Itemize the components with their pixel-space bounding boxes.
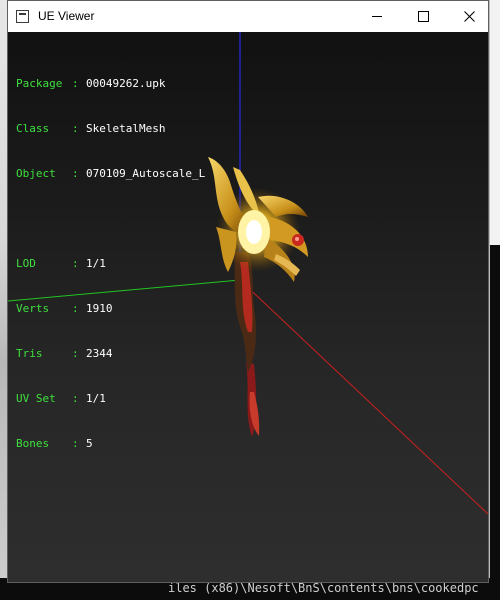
info-row-lod: LOD:1/1 <box>16 256 205 271</box>
info-row-tris: Tris:2344 <box>16 346 205 361</box>
object-separator: : <box>72 167 79 180</box>
minimize-icon <box>372 16 382 17</box>
info-row-verts: Verts:1910 <box>16 301 205 316</box>
verts-label: Verts <box>16 302 50 315</box>
info-row-uvset: UV Set:1/1 <box>16 391 205 406</box>
tris-separator: : <box>72 347 79 360</box>
package-value: 00049262.upk <box>86 77 166 90</box>
background-window <box>490 0 500 245</box>
close-button[interactable] <box>446 1 488 32</box>
background-console-text: iles (x86)\Nesoft\BnS\contents\bns\cooke… <box>168 581 479 595</box>
3d-viewport[interactable]: Package:00049262.upk Class: SkeletalMesh … <box>8 32 488 582</box>
close-icon <box>463 11 475 22</box>
info-row-class: Class: SkeletalMesh <box>16 121 205 136</box>
class-separator: : <box>72 122 79 135</box>
ue-viewer-window[interactable]: UE Viewer Package: 00049262.upk Class:… <box>7 0 489 583</box>
verts-separator: : <box>72 302 79 315</box>
uvset-separator: : <box>72 392 79 405</box>
class-value: SkeletalMesh <box>86 122 166 135</box>
class-label: Class <box>16 122 50 135</box>
package-label: Package <box>16 77 63 90</box>
object-value: 070109_Autoscale_L <box>86 167 206 180</box>
tris-value: 2344 <box>86 347 113 360</box>
package-separator: : <box>72 77 79 90</box>
lod-label: LOD <box>16 257 36 270</box>
info-row-package: Package:00049262.upk <box>16 76 205 91</box>
uvset-value: 1/1 <box>86 392 106 405</box>
object-label: Object <box>16 167 56 180</box>
verts-value: 1910 <box>86 302 113 315</box>
bones-separator: : <box>72 437 79 450</box>
background-console-window <box>490 245 500 600</box>
bones-label: Bones <box>16 437 50 450</box>
window-title: UE Viewer <box>38 9 95 23</box>
maximize-icon <box>417 11 429 22</box>
uvset-label: UV Set <box>16 392 56 405</box>
app-icon <box>16 10 29 23</box>
lod-separator: : <box>72 257 79 270</box>
info-row-bones: Bones:5 <box>16 436 205 451</box>
info-row-object: Object:070109_Autoscale_L <box>16 166 205 181</box>
minimize-button[interactable] <box>354 1 400 32</box>
mesh-info-panel: Package:00049262.upk Class: SkeletalMesh … <box>16 46 205 481</box>
bones-value: 5 <box>86 437 93 450</box>
tris-label: Tris <box>16 347 43 360</box>
lod-value: 1/1 <box>86 257 106 270</box>
x-axis-line <box>239 279 488 515</box>
title-bar[interactable]: UE Viewer <box>8 1 488 32</box>
maximize-button[interactable] <box>400 1 446 32</box>
